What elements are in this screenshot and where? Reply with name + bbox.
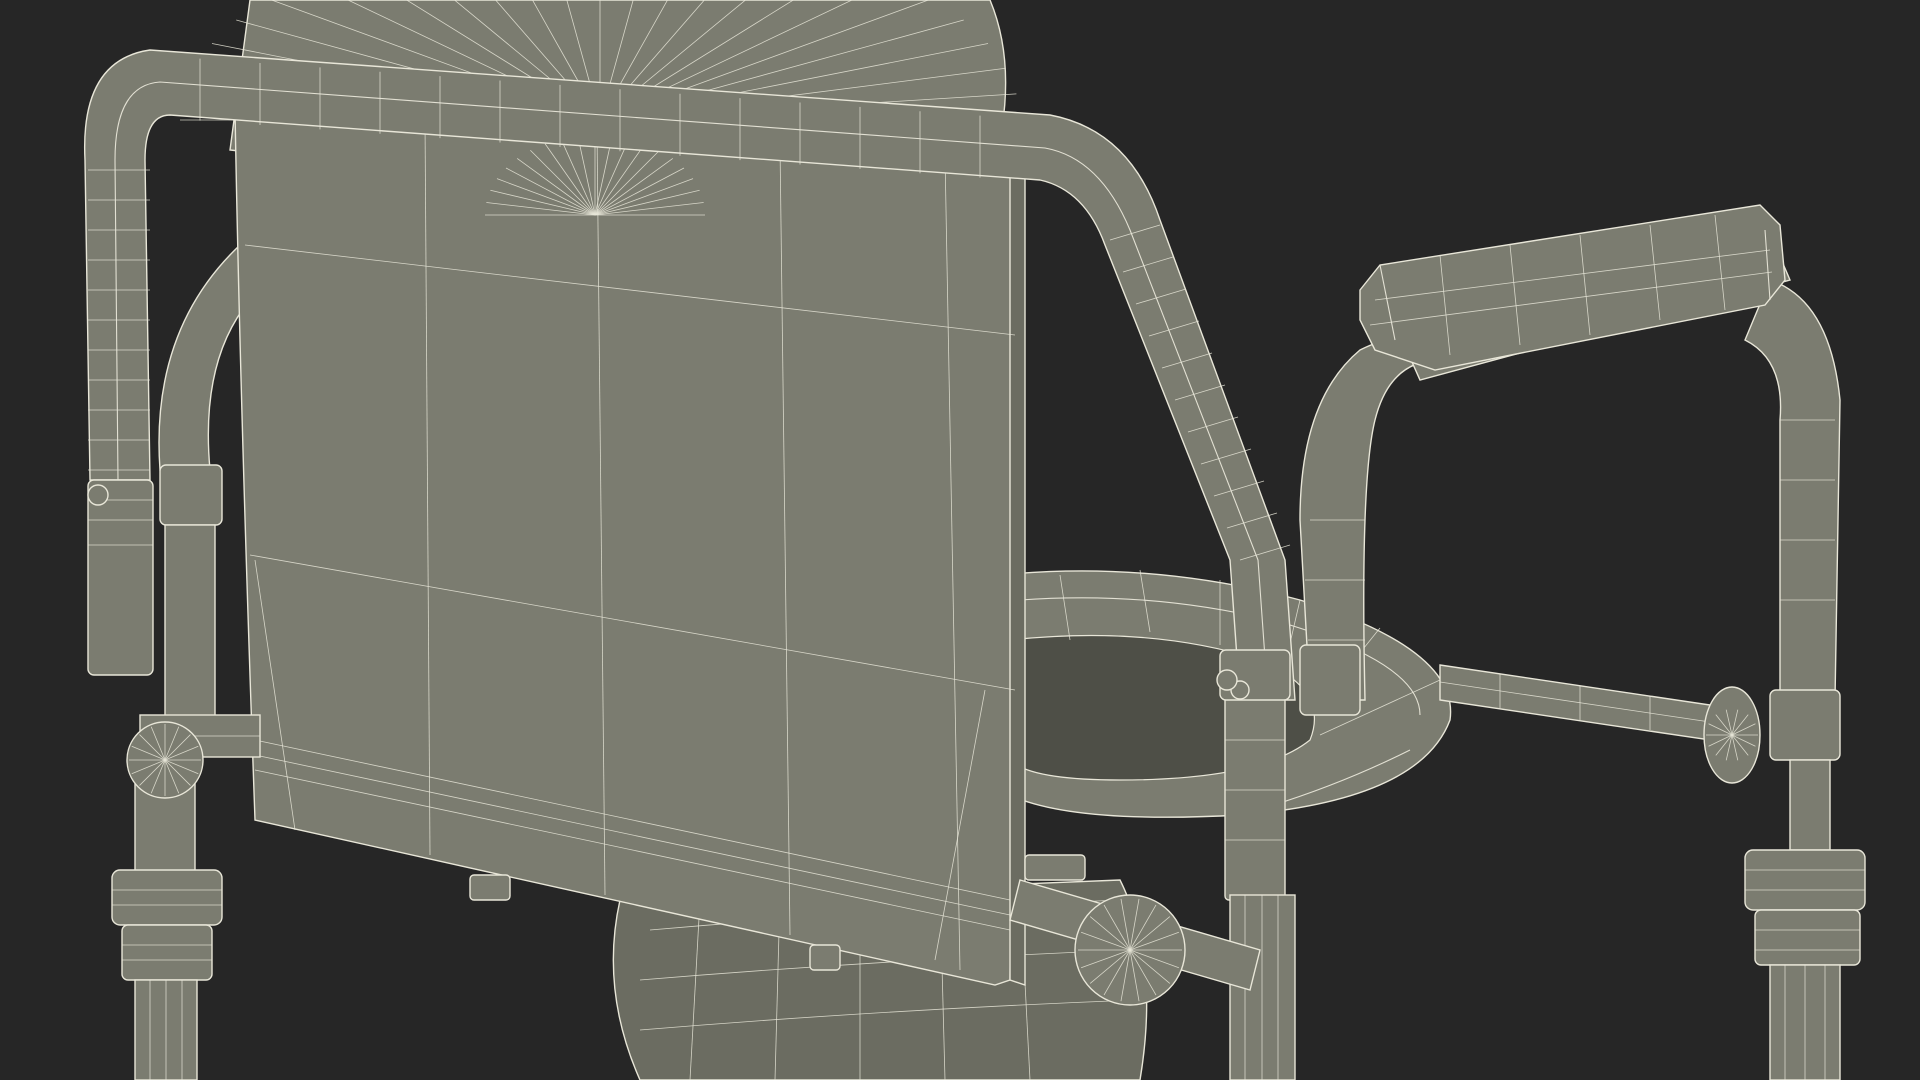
left-rear-frame [158, 243, 251, 726]
render-viewport [0, 0, 1920, 1080]
backrest-panel [234, 109, 1026, 986]
side-crossbar [1439, 664, 1761, 784]
right-front-leg [1219, 649, 1296, 1080]
right-armrest-pad [1359, 204, 1786, 371]
wireframe-render [83, 0, 1866, 1080]
